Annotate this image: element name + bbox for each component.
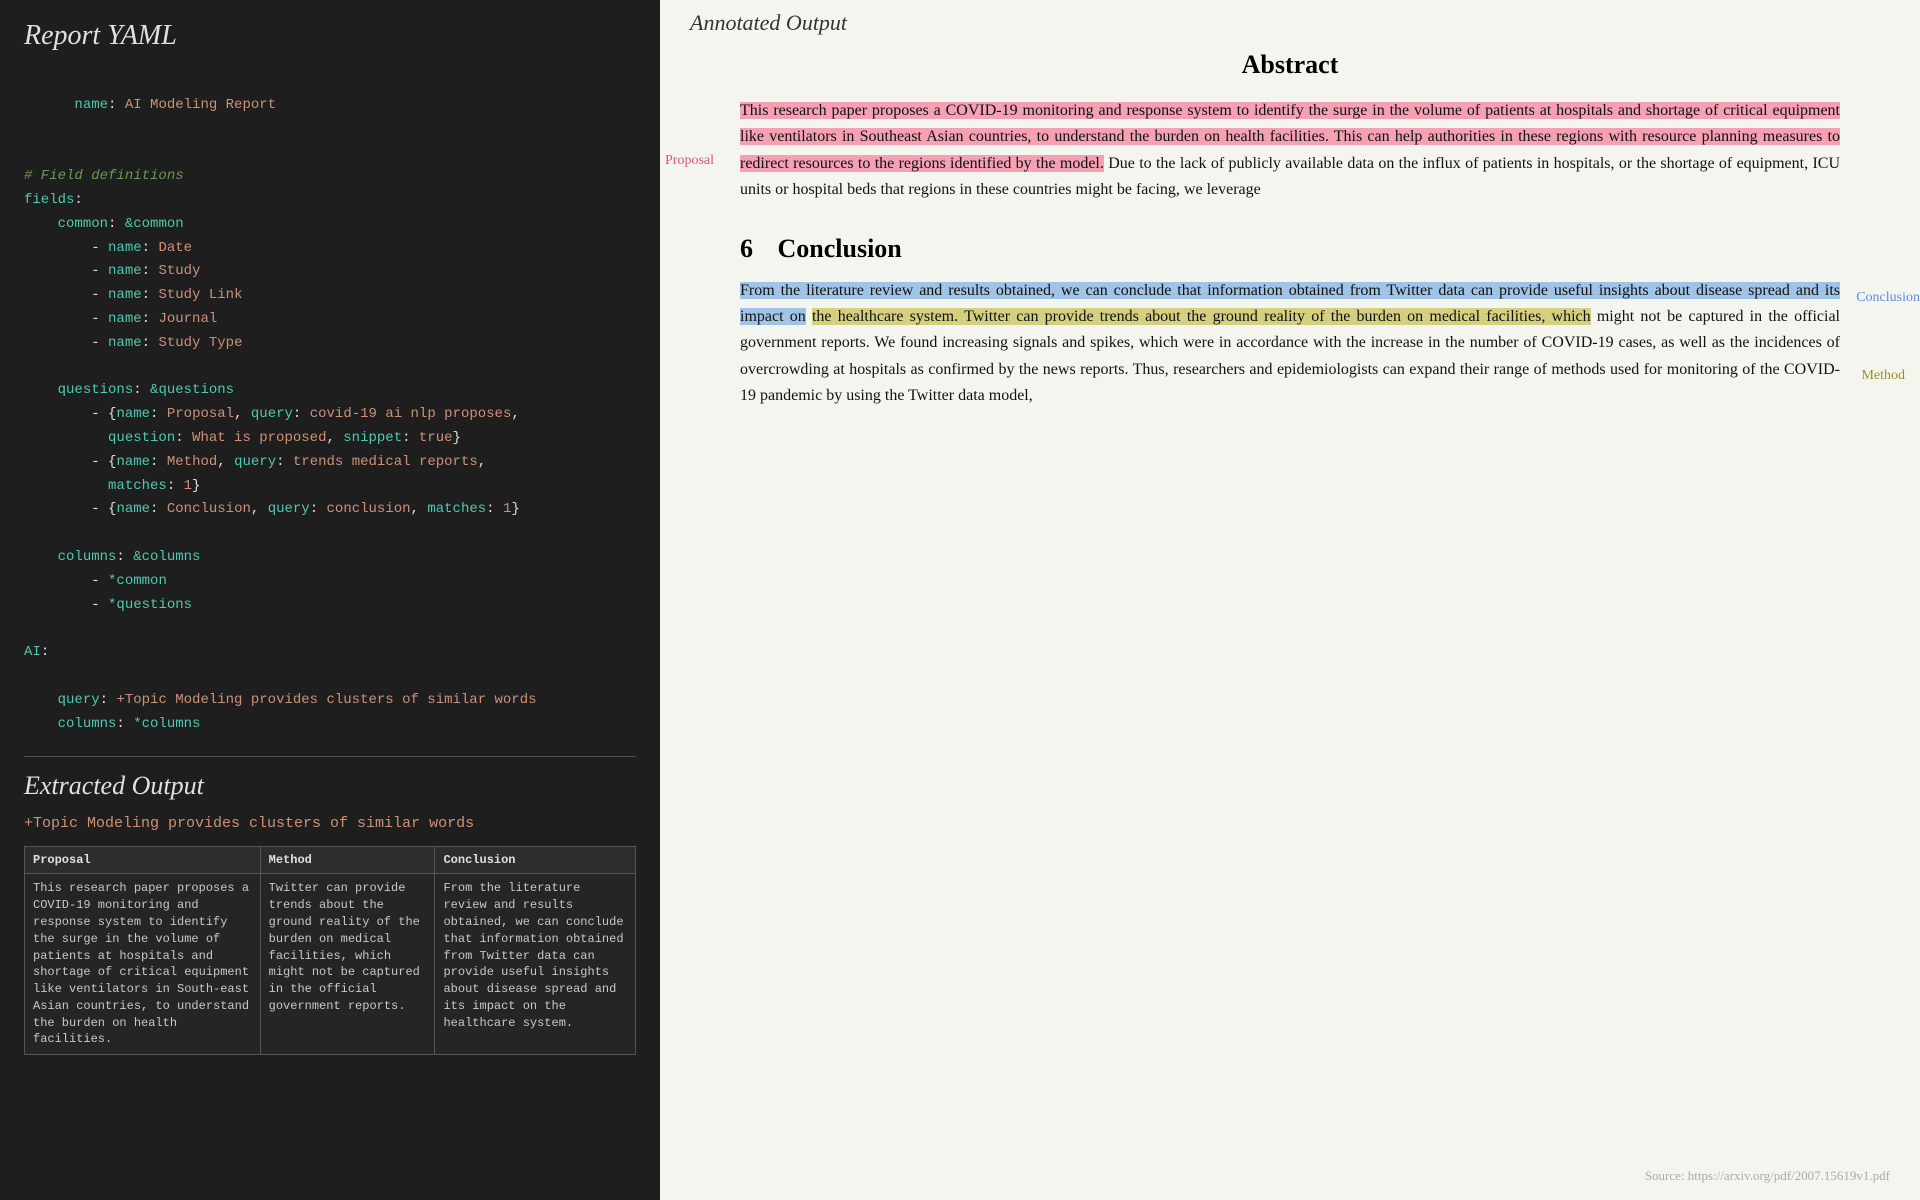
- yaml-study: - name: Study: [24, 260, 636, 284]
- section-number: 6: [740, 234, 753, 263]
- yaml-conclusion-q: - {name: Conclusion, query: conclusion, …: [24, 498, 636, 522]
- annotated-output-header: Annotated Output: [660, 0, 1920, 40]
- yaml-study-link: - name: Study Link: [24, 284, 636, 308]
- extracted-ai-query: +Topic Modeling provides clusters of sim…: [24, 815, 636, 832]
- yaml-common-ref: - *common: [24, 570, 636, 594]
- conclusion-text: From the literature review and results o…: [740, 278, 1840, 410]
- yaml-blank1: [24, 141, 636, 165]
- section-heading-conclusion: 6 Conclusion: [740, 234, 1840, 264]
- extracted-title: Extracted Output: [24, 771, 636, 801]
- cell-method: Twitter can provide trends about the gro…: [260, 874, 435, 1055]
- conclusion-annotation-label: Conclusion: [1856, 290, 1920, 306]
- yaml-ai-query: query: +Topic Modeling provides clusters…: [24, 689, 636, 713]
- yaml-blank4: [24, 617, 636, 641]
- yaml-method-q2: matches: 1}: [24, 475, 636, 499]
- table-row: This research paper proposes a COVID-19 …: [25, 874, 636, 1055]
- method-highlight-yellow: the healthcare system. Twitter can provi…: [812, 308, 1591, 325]
- abstract-text: This research paper proposes a COVID-19 …: [740, 98, 1840, 204]
- yaml-questions-ref: - *questions: [24, 594, 636, 618]
- left-panel-title: Report YAML: [24, 20, 636, 52]
- col-conclusion: Conclusion: [435, 847, 636, 874]
- yaml-study-type: - name: Study Type: [24, 332, 636, 356]
- yaml-journal: - name: Journal: [24, 308, 636, 332]
- yaml-blank3: [24, 522, 636, 546]
- section-title: Conclusion: [778, 234, 902, 263]
- method-annotation-label: Method: [1861, 368, 1905, 384]
- yaml-content: name: AI Modeling Report # Field definit…: [24, 70, 636, 736]
- yaml-blank2: [24, 356, 636, 380]
- yaml-columns: columns: &columns: [24, 546, 636, 570]
- extracted-output-section: Extracted Output +Topic Modeling provide…: [24, 756, 636, 1055]
- table-header-row: Proposal Method Conclusion: [25, 847, 636, 874]
- yaml-proposal-q1: - {name: Proposal, query: covid-19 ai nl…: [24, 403, 636, 427]
- right-panel: Annotated Output Abstract Proposal This …: [660, 0, 1920, 1200]
- extracted-table: Proposal Method Conclusion This research…: [24, 846, 636, 1055]
- proposal-label: Proposal: [665, 153, 714, 169]
- yaml-proposal-q2: question: What is proposed, snippet: tru…: [24, 427, 636, 451]
- yaml-name-line: name: AI Modeling Report: [24, 70, 636, 141]
- abstract-title: Abstract: [740, 50, 1840, 80]
- abstract-block: Proposal This research paper proposes a …: [740, 98, 1840, 204]
- yaml-questions: questions: &questions: [24, 379, 636, 403]
- yaml-date: - name: Date: [24, 237, 636, 261]
- yaml-method-q1: - {name: Method, query: trends medical r…: [24, 451, 636, 475]
- annotated-content: Abstract Proposal This research paper pr…: [660, 40, 1920, 1200]
- proposal-highlight: This research paper proposes a COVID-19 …: [740, 102, 1840, 172]
- conclusion-block: Conclusion Method From the literature re…: [740, 278, 1840, 410]
- yaml-blank5: [24, 665, 636, 689]
- cell-proposal: This research paper proposes a COVID-19 …: [25, 874, 261, 1055]
- left-panel: Report YAML name: AI Modeling Report # F…: [0, 0, 660, 1200]
- col-proposal: Proposal: [25, 847, 261, 874]
- col-method: Method: [260, 847, 435, 874]
- yaml-common: common: &common: [24, 213, 636, 237]
- source-line: Source: https://arxiv.org/pdf/2007.15619…: [1645, 1168, 1890, 1184]
- yaml-comment: # Field definitions: [24, 165, 636, 189]
- yaml-ai-columns: columns: *columns: [24, 713, 636, 737]
- yaml-fields: fields:: [24, 189, 636, 213]
- yaml-ai-key: AI:: [24, 641, 636, 665]
- cell-conclusion: From the literature review and results o…: [435, 874, 636, 1055]
